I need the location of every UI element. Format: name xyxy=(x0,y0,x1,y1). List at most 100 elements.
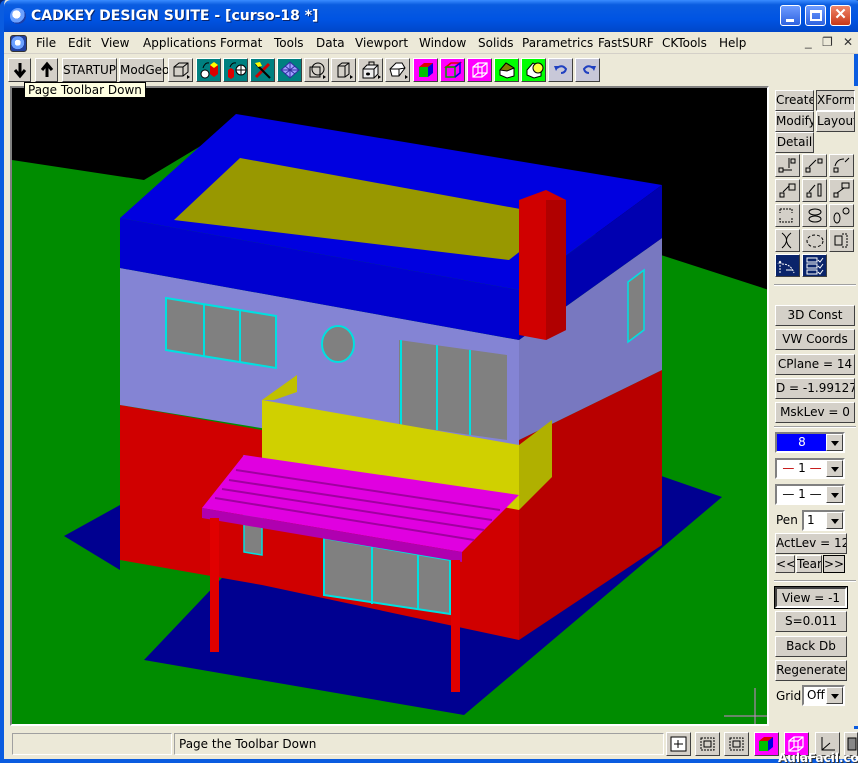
zoom-window-button[interactable] xyxy=(695,732,720,756)
intersect-button[interactable] xyxy=(775,229,800,252)
back-db-button[interactable]: Back Db xyxy=(775,636,847,657)
modgeo-button[interactable]: ModGeo xyxy=(119,58,169,82)
depth-button[interactable]: D = -1.99127 xyxy=(775,378,855,399)
menu-view[interactable]: View xyxy=(101,36,129,50)
panel-separator xyxy=(774,580,856,582)
cplane-button[interactable]: CPlane = 14 xyxy=(775,354,855,375)
offset-button[interactable] xyxy=(829,229,854,252)
line-type-select[interactable]: — 1 — xyxy=(775,458,845,479)
right-command-panel: Create XForm Modify Layout Detail 3D Con… xyxy=(772,86,858,726)
actlev-button[interactable]: ActLev = 12 xyxy=(775,533,847,554)
tear-button[interactable]: Tear xyxy=(796,555,822,573)
rotate-copy-button[interactable] xyxy=(829,154,854,177)
mode-layout-button[interactable]: Layout xyxy=(816,111,855,132)
menu-cktools[interactable]: CKTools xyxy=(662,36,707,50)
undo-button[interactable] xyxy=(548,58,573,82)
color-select[interactable]: 8 xyxy=(775,432,845,453)
menu-solids[interactable]: Solids xyxy=(478,36,514,50)
application-window: CADKEY DESIGN SUITE - [curso-18 *] ✕ Fil… xyxy=(0,0,858,763)
zoom-extents-button[interactable] xyxy=(666,732,691,756)
regenerate-button[interactable]: Regenerate xyxy=(775,660,847,681)
scale-value-button[interactable]: S=0.011 xyxy=(775,611,847,632)
maximize-icon xyxy=(810,10,822,21)
translate-join-button[interactable] xyxy=(802,154,827,177)
transform-path-icon xyxy=(777,260,795,274)
close-button[interactable]: ✕ xyxy=(830,5,851,26)
menu-applications[interactable]: Applications xyxy=(143,36,216,50)
view-button[interactable]: View = -1 xyxy=(774,586,848,609)
circular-array-icon xyxy=(806,234,824,248)
circle-box-button[interactable] xyxy=(304,58,329,82)
mesh-surface-button[interactable] xyxy=(277,58,302,82)
menu-fastsurf[interactable]: FastSURF xyxy=(598,36,654,50)
mode-create-button[interactable]: Create xyxy=(775,90,814,111)
scale-button[interactable] xyxy=(775,179,800,202)
mdi-minimize-button[interactable]: _ xyxy=(805,35,812,49)
menu-parametrics[interactable]: Parametrics xyxy=(522,36,593,50)
transform-path-button[interactable] xyxy=(775,254,800,277)
move-button[interactable] xyxy=(802,179,827,202)
solid-hole-button[interactable] xyxy=(358,58,383,82)
array-button[interactable] xyxy=(775,204,800,227)
msklev-button[interactable]: MskLev = 0 xyxy=(775,402,855,423)
extrude-button[interactable] xyxy=(829,204,854,227)
startup-button[interactable]: STARTUP xyxy=(62,58,117,82)
cylinder-box-button[interactable] xyxy=(331,58,356,82)
house-shaded-button[interactable] xyxy=(494,58,519,82)
title-bar[interactable]: CADKEY DESIGN SUITE - [curso-18 *] ✕ xyxy=(4,0,858,32)
mode-detail-button[interactable]: Detail xyxy=(775,132,814,153)
chevron-down-icon[interactable] xyxy=(826,687,843,704)
chevron-down-icon[interactable] xyxy=(826,434,843,451)
3d-const-button[interactable]: 3D Const xyxy=(775,305,855,326)
wireframe-box-button[interactable] xyxy=(168,58,193,82)
wire-color-cube-button[interactable] xyxy=(440,58,465,82)
page-toolbar-down-button[interactable] xyxy=(8,58,31,82)
drag-button[interactable] xyxy=(829,179,854,202)
next-page-button[interactable]: >> xyxy=(823,555,845,573)
translate-copy-button[interactable] xyxy=(775,154,800,177)
shaded-cube-button[interactable] xyxy=(413,58,438,82)
chevron-down-icon[interactable] xyxy=(826,486,843,503)
mesh-surface-icon xyxy=(280,61,300,79)
pen-select[interactable]: 1 xyxy=(802,510,845,531)
hammer-tool-button[interactable] xyxy=(250,58,275,82)
redo-button[interactable] xyxy=(575,58,600,82)
menu-data[interactable]: Data xyxy=(316,36,345,50)
mirror-button[interactable] xyxy=(802,204,827,227)
arrow-down-icon xyxy=(13,63,27,79)
solid-rotate-alt-button[interactable] xyxy=(223,58,248,82)
chevron-down-icon[interactable] xyxy=(826,460,843,477)
prev-page-button[interactable]: << xyxy=(775,555,795,573)
mdi-restore-button[interactable]: ❐ xyxy=(822,35,833,49)
wire-cube-button[interactable] xyxy=(467,58,492,82)
menu-file[interactable]: File xyxy=(36,36,56,50)
line-width-select[interactable]: — 1 — xyxy=(775,484,845,505)
solid-hole-icon xyxy=(362,61,381,79)
document-system-menu-icon[interactable] xyxy=(10,35,27,52)
mode-modify-button[interactable]: Modify xyxy=(775,111,814,132)
close-icon: ✕ xyxy=(834,6,847,23)
circular-array-button[interactable] xyxy=(802,229,827,252)
shaded-view-button[interactable] xyxy=(754,732,779,756)
grid-select[interactable]: Off xyxy=(802,685,845,706)
menu-window[interactable]: Window xyxy=(419,36,466,50)
menu-tools[interactable]: Tools xyxy=(274,36,304,50)
menu-edit[interactable]: Edit xyxy=(68,36,91,50)
zoom-box-button[interactable] xyxy=(724,732,749,756)
chevron-down-icon[interactable] xyxy=(826,512,843,529)
menu-format[interactable]: Format xyxy=(220,36,262,50)
minimize-button[interactable] xyxy=(780,5,801,26)
house-light-button[interactable] xyxy=(521,58,546,82)
solid-rotate-button[interactable] xyxy=(196,58,221,82)
maximize-button[interactable] xyxy=(805,5,826,26)
zoom-window-icon xyxy=(700,737,715,751)
cube-outline-button[interactable] xyxy=(385,58,410,82)
3d-viewport[interactable] xyxy=(10,86,769,726)
checklist-button[interactable] xyxy=(802,254,827,277)
menu-viewport[interactable]: Viewport xyxy=(355,36,408,50)
mode-xform-button[interactable]: XForm xyxy=(816,90,855,111)
menu-help[interactable]: Help xyxy=(719,36,746,50)
page-toolbar-up-button[interactable] xyxy=(35,58,58,82)
mdi-close-button[interactable]: ✕ xyxy=(843,35,853,49)
vw-coords-button[interactable]: VW Coords xyxy=(775,329,855,350)
